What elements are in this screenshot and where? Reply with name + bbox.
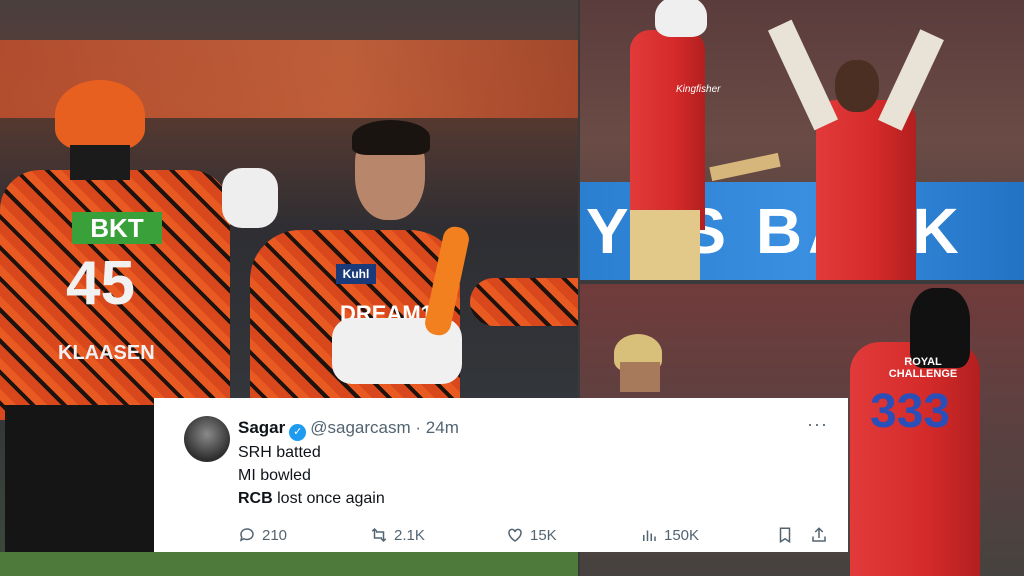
tweet-text-line-3: RCB lost once again <box>238 490 385 508</box>
like-count: 15K <box>530 526 557 544</box>
bookmark-button[interactable] <box>776 526 794 544</box>
bkt-sponsor-patch: BKT <box>72 212 162 244</box>
tweet-text-bold: RCB <box>238 490 273 507</box>
user-avatar[interactable] <box>184 416 230 462</box>
batsman-left-pads <box>630 210 700 280</box>
pitch-grass <box>0 552 578 576</box>
batsman-left-helmet <box>655 0 707 37</box>
bookmark-icon <box>779 527 791 544</box>
player-trousers <box>5 405 155 576</box>
tweet-text-line-1: SRH batted <box>238 444 321 461</box>
player2-hair <box>352 120 430 155</box>
views-count: 150K <box>664 526 700 544</box>
tweet-timestamp[interactable]: 24m <box>426 418 459 437</box>
tweet-text-rest: lost once again <box>277 490 385 507</box>
heart-icon <box>508 528 522 542</box>
kuhl-chest-logo: Kuhl <box>336 264 376 284</box>
share-icon <box>812 527 826 542</box>
jersey-number-333: 333 <box>870 385 951 438</box>
more-options-icon[interactable]: ··· <box>807 414 828 435</box>
player-number: 45 <box>66 249 135 318</box>
tweet-header: Sagar ✓ @sagarcasm · 24m <box>238 418 459 441</box>
tweet-text-line-2: MI bowled <box>238 467 311 484</box>
player-name: KLAASEN <box>58 342 155 364</box>
like-button[interactable]: 15K <box>506 526 557 544</box>
repost-button[interactable]: 2.1K <box>370 526 425 544</box>
raised-arm-left <box>767 19 839 131</box>
views-button[interactable]: 150K <box>640 526 699 544</box>
batsman-left-kit <box>630 30 705 230</box>
reply-count: 210 <box>262 526 288 544</box>
views-chart-icon <box>643 530 656 541</box>
reply-button[interactable]: 210 <box>238 526 287 544</box>
bat-held <box>709 152 781 182</box>
royal-challenge-text: ROYAL CHALLENGE <box>888 356 958 380</box>
tweet-actions: 210 2.1K 15K 150K <box>238 526 828 546</box>
kingfisher-text: Kingfisher <box>676 84 721 95</box>
tweet-card[interactable]: Sagar ✓ @sagarcasm · 24m ··· SRH batted MI… <box>154 398 848 552</box>
orange-helmet <box>55 80 145 150</box>
repost-count: 2.1K <box>394 526 425 544</box>
rcb-photo-top: YES BANK Kingfisher <box>580 0 1024 280</box>
batsman-right-head <box>835 60 879 112</box>
reply-icon <box>239 528 254 542</box>
repost-icon <box>371 527 387 543</box>
player-neck <box>70 145 130 180</box>
verified-badge-icon: ✓ <box>289 424 307 441</box>
third-player-arm <box>470 278 578 326</box>
user-display-name[interactable]: Sagar <box>238 418 285 437</box>
user-handle[interactable]: @sagarcasm <box>310 418 410 437</box>
raised-glove <box>222 168 278 228</box>
fielder-face <box>620 362 660 392</box>
header-separator: · <box>415 418 422 437</box>
share-button[interactable] <box>810 526 828 544</box>
